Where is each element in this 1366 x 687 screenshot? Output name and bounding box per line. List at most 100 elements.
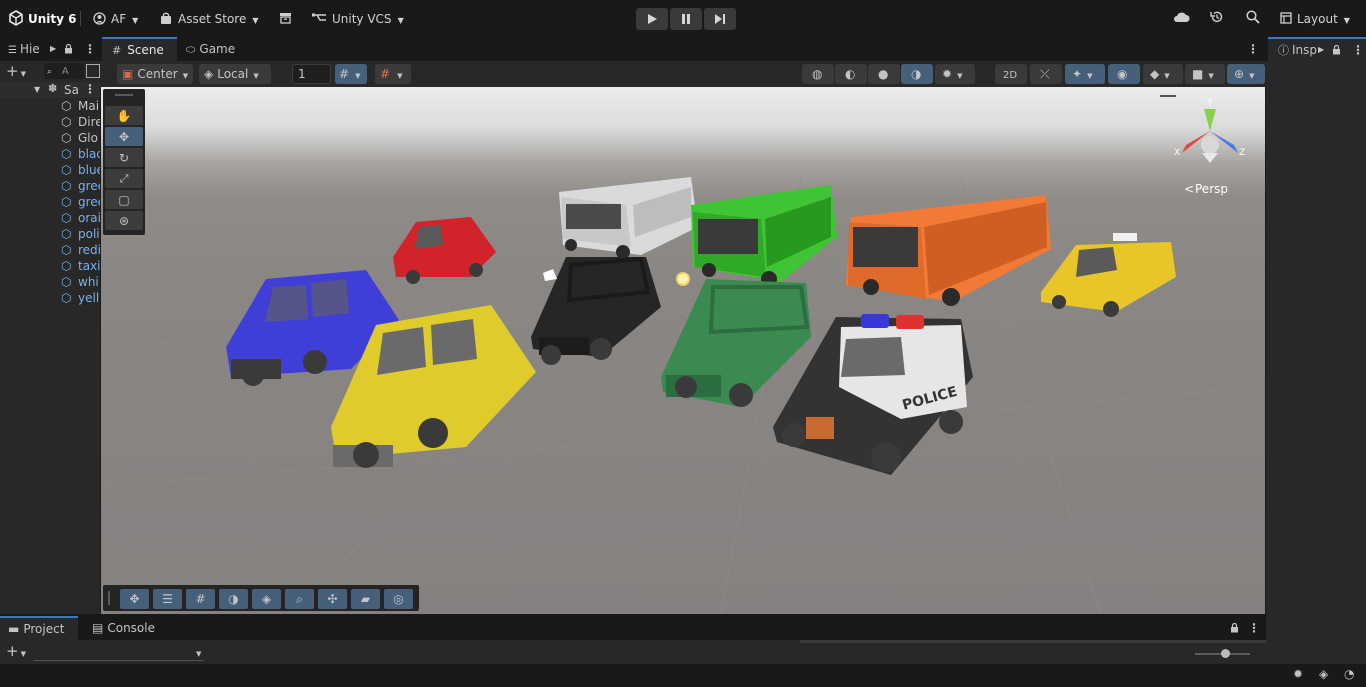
project-search-field[interactable] (34, 660, 204, 661)
overlay-drag-handle[interactable] (108, 591, 110, 605)
undo-history-button[interactable] (1210, 10, 1224, 28)
asset-store-dropdown[interactable]: Asset Store ▼ (160, 10, 259, 28)
hierarchy-item[interactable]: ⬡ whi (0, 274, 100, 290)
overflow-arrow-icon[interactable]: ▶ (1318, 39, 1324, 61)
red-car[interactable] (393, 217, 496, 284)
play-button[interactable] (636, 8, 668, 30)
light-gizmo-icon[interactable] (676, 272, 690, 286)
gizmo-drag-handle[interactable] (1160, 95, 1176, 97)
layers-icon[interactable]: ◈ (1319, 667, 1328, 681)
pause-button[interactable] (670, 8, 702, 30)
kebab-menu-icon[interactable]: ⋮ (84, 82, 96, 96)
hierarchy-item[interactable]: ⬡ gree (0, 178, 100, 194)
zoom-slider-thumb[interactable] (1221, 649, 1230, 658)
inspector-panel (1266, 61, 1366, 664)
lock-icon[interactable] (1332, 45, 1341, 55)
unity-menu[interactable]: Unity 6 (8, 10, 77, 28)
effects-dropdown[interactable]: ✦ ▼ (1065, 64, 1105, 84)
create-button[interactable]: + ▼ (4, 63, 32, 79)
grid-snap-value-field[interactable]: 1 (292, 64, 331, 84)
shaded-wireframe-button[interactable]: ◐ (835, 64, 867, 84)
scene-root-row[interactable]: ▼ ✽ Sa ⋮ (0, 82, 100, 98)
pivot-rotation-dropdown[interactable]: ◈ Local ▼ (199, 64, 271, 84)
vcs-dropdown[interactable]: Unity VCS ▼ (312, 10, 404, 28)
checkmark-icon[interactable]: ◔ (1344, 667, 1354, 681)
package-manager-button[interactable] (279, 10, 292, 28)
layers-overlay-button[interactable]: ◈ (252, 589, 281, 609)
tab-inspector[interactable]: ⓘ Insp ▶ ⋮ (1268, 37, 1366, 61)
unlit-toggle[interactable]: ◑ (901, 64, 933, 84)
filter-button[interactable] (86, 64, 100, 78)
tab-console[interactable]: ▤ Console (92, 616, 172, 640)
hierarchy-item[interactable]: ⬡ gree (0, 194, 100, 210)
hierarchy-item[interactable]: ⬡ taxi (0, 258, 100, 274)
lock-icon[interactable] (64, 44, 73, 54)
hand-tool-button[interactable]: ✋ (105, 106, 143, 125)
camera-overlay-button[interactable]: ▰ (351, 589, 380, 609)
lock-icon[interactable] (1230, 623, 1239, 633)
transform-tool-button[interactable]: ⊛ (105, 211, 143, 230)
hierarchy-item[interactable]: ⬡ poli (0, 226, 100, 242)
kebab-menu-icon[interactable]: ⋮ (1352, 39, 1364, 61)
rect-tool-button[interactable]: ▢ (105, 190, 143, 209)
pivot-mode-dropdown[interactable]: ▣ Center ▼ (117, 64, 193, 84)
camera-gizmo-icon[interactable] (543, 269, 557, 281)
account-dropdown[interactable]: AF ▼ (93, 10, 138, 28)
search-overlay-button[interactable]: ⌕ (285, 589, 314, 609)
camera-settings-dropdown[interactable]: ■ ▼ (1185, 64, 1225, 84)
grid-visibility-toggle[interactable]: # ▼ (375, 64, 411, 84)
hierarchy-item[interactable]: ⬡ Mai (0, 98, 100, 114)
lighting-overlay-button[interactable]: ◑ (219, 589, 248, 609)
kebab-menu-icon[interactable]: ⋮ (1248, 616, 1260, 640)
hierarchy-item[interactable]: ⬡ Dire (0, 114, 100, 130)
taxi[interactable] (1041, 233, 1176, 317)
compass-overlay-button[interactable]: ◎ (384, 589, 413, 609)
grid-overlay-button[interactable]: # (186, 589, 215, 609)
kebab-menu-icon[interactable]: ⋮ (84, 37, 96, 61)
step-button[interactable] (704, 8, 736, 30)
settings-overlay-button[interactable]: ☰ (153, 589, 182, 609)
hierarchy-item[interactable]: ⬡ Glo (0, 130, 100, 146)
grid-snapping-toggle[interactable]: # ▼ (335, 64, 367, 84)
hierarchy-item[interactable]: ⬡ yell (0, 290, 100, 306)
tab-scene[interactable]: # Scene (102, 37, 177, 61)
overlay-drag-handle[interactable] (115, 94, 133, 96)
2d-toggle[interactable]: 2D (995, 64, 1027, 84)
audio-toggle[interactable]: ⤫ (1030, 64, 1062, 84)
bug-icon[interactable]: ✹ (1293, 667, 1303, 681)
orientation-overlay-button[interactable]: ✣ (318, 589, 347, 609)
shaded-button[interactable]: ● (868, 64, 900, 84)
hierarchy-item[interactable]: ⬡ orai (0, 210, 100, 226)
search-input[interactable]: ⌕ A (44, 63, 84, 79)
debug-draw-mode-dropdown[interactable]: ✹ ▼ (935, 64, 975, 84)
scale-tool-button[interactable]: ⤢ (105, 169, 143, 188)
hierarchy-item[interactable]: ⬡ redi (0, 242, 100, 258)
tab-project[interactable]: ▬ Project (0, 616, 78, 640)
cloud-button[interactable] (1173, 10, 1190, 28)
green-bus[interactable] (691, 185, 837, 287)
scene-viewport[interactable]: POLICE Y X Z < Persp ✋ ✥ ↻ ⤢ ▢ ⊛ ✥ ☰ # ◑… (101, 87, 1265, 614)
orientation-gizmo[interactable]: Y X Z (1174, 98, 1245, 163)
tab-hierarchy[interactable]: ☰ Hie ▶ ⋮ (0, 37, 100, 61)
overflow-arrow-icon[interactable]: ▶ (50, 37, 56, 61)
search-button[interactable] (1246, 10, 1260, 28)
green-jeep[interactable] (661, 279, 811, 407)
move-overlay-button[interactable]: ✥ (120, 589, 149, 609)
kebab-menu-icon[interactable]: ⋮ (1247, 37, 1259, 61)
hierarchy-item[interactable]: ⬡ blac (0, 146, 100, 162)
chevron-down-icon[interactable]: ▼ (196, 650, 201, 658)
white-bus[interactable] (559, 177, 698, 259)
layout-dropdown[interactable]: Layout ▼ (1280, 10, 1350, 28)
orange-bus[interactable] (846, 195, 1051, 306)
hierarchy-item[interactable]: ⬡ blue (0, 162, 100, 178)
scene-visibility-toggle[interactable]: ◉ (1108, 64, 1140, 84)
create-asset-button[interactable]: + ▼ (6, 642, 32, 660)
rotate-tool-button[interactable]: ↻ (105, 148, 143, 167)
gizmos-dropdown[interactable]: ⊕ ▼ (1227, 64, 1265, 84)
move-tool-button[interactable]: ✥ (105, 127, 143, 146)
wireframe-shading-button[interactable]: ◍ (802, 64, 834, 84)
layers-dropdown[interactable]: ◆ ▼ (1143, 64, 1183, 84)
bottom-tab-row: ▬ Project ▤ Console ⋮ (0, 616, 1266, 640)
tab-game[interactable]: ⬭ Game (186, 37, 246, 61)
projection-label[interactable]: Persp (1195, 182, 1228, 196)
